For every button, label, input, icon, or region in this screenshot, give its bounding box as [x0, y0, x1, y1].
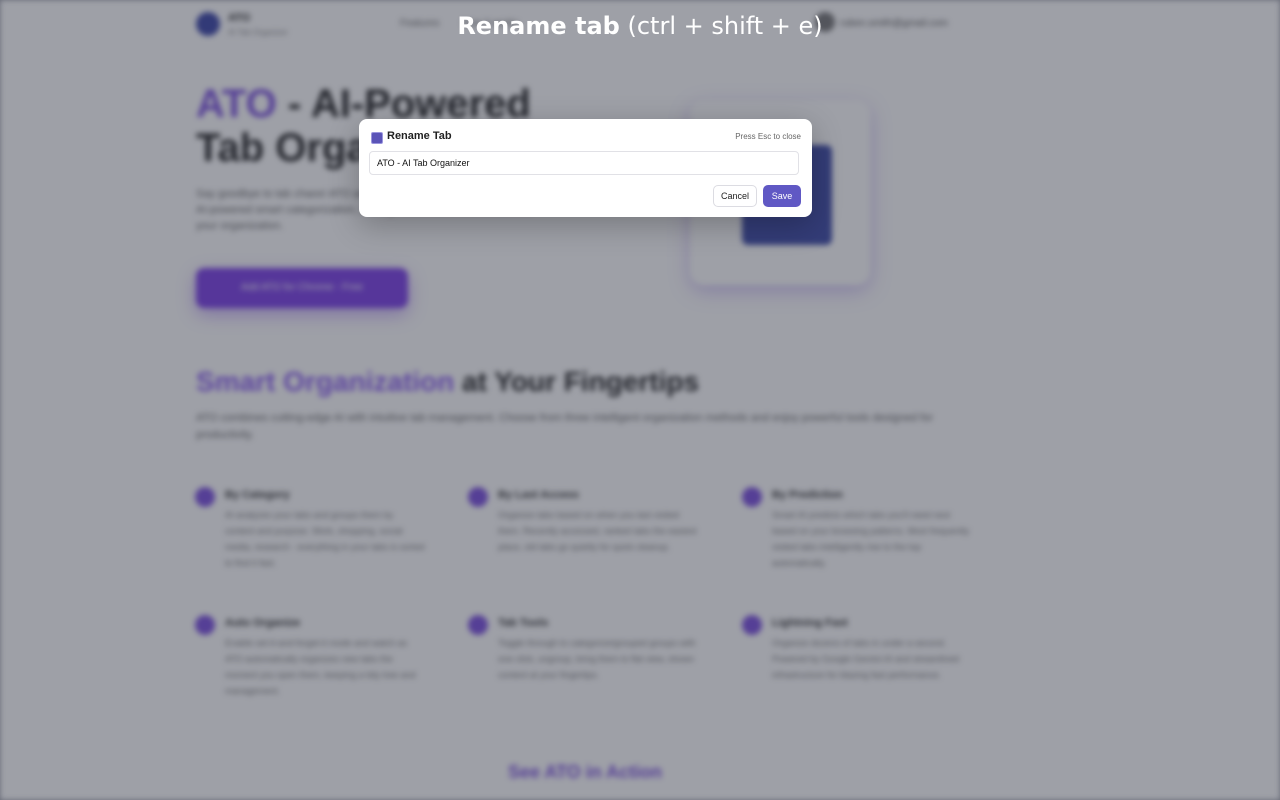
cancel-button[interactable]: Cancel [713, 185, 757, 207]
shortcut-hint-keys: (ctrl + shift + e) [627, 12, 823, 40]
save-button[interactable]: Save [763, 185, 801, 207]
shortcut-hint: Rename tab (ctrl + shift + e) [0, 12, 1280, 40]
rename-tab-dialog: Rename Tab Press Esc to close Cancel Sav… [359, 119, 812, 217]
tab-name-input[interactable] [369, 151, 799, 175]
esc-hint: Press Esc to close [735, 132, 801, 141]
dialog-title: Rename Tab [387, 130, 452, 142]
shortcut-hint-action: Rename tab [457, 12, 620, 40]
tab-icon [371, 132, 383, 144]
